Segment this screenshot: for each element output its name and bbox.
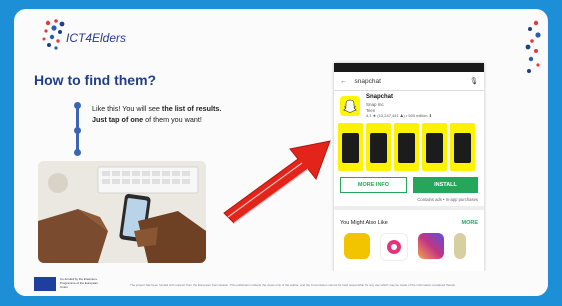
slide-frame: ICT4Elders How to find them? Like this! … [0, 0, 562, 306]
arrow-left-icon[interactable]: ← [340, 78, 347, 85]
you-might-also-like-label: You Might Also Like [340, 220, 388, 226]
app-name: Snapchat [366, 94, 394, 100]
contains-ads-text: Contains ads • In-app purchases [417, 197, 478, 202]
app-screenshots[interactable] [338, 123, 480, 171]
bullet-2-bold: Just tap of one [92, 114, 144, 124]
timeline-dot [74, 127, 81, 134]
suggested-app-icon[interactable] [418, 233, 444, 259]
microphone-icon[interactable]: 🎙 [470, 77, 478, 85]
search-query[interactable]: snapchat [355, 78, 470, 85]
timeline-dot [74, 149, 81, 156]
logo-text: ICT4Elders [66, 31, 127, 45]
screenshot-thumb[interactable] [338, 123, 363, 171]
corner-decoration [525, 20, 541, 73]
instruction-text: Like this! You will see the list of resu… [92, 104, 222, 125]
red-arrow-icon [223, 140, 331, 224]
slide-heading: How to find them? [34, 72, 157, 88]
status-bar [334, 63, 484, 72]
app-developer: Snap Inc [366, 102, 384, 107]
screenshot-thumb[interactable] [366, 123, 391, 171]
app-result-snapchat[interactable]: Snapchat Snap Inc Teen 4.1 ★ (13,247,441… [340, 94, 478, 118]
more-link[interactable]: MORE [462, 220, 479, 226]
bullet-2-text: of them you want! [143, 114, 202, 124]
more-info-button[interactable]: MORE INFO [340, 177, 407, 193]
section-divider [334, 206, 484, 210]
slide: ICT4Elders How to find them? Like this! … [14, 9, 548, 296]
suggestions-header: You Might Also Like MORE [340, 220, 478, 226]
app-actions: MORE INFO INSTALL [340, 177, 478, 193]
play-store-screenshot: ← snapchat 🎙 Snapchat Snap Inc Teen 4.1 … [334, 63, 484, 283]
screenshot-thumb[interactable] [394, 123, 419, 171]
snapchat-ghost-icon[interactable] [340, 96, 360, 116]
slide-footer: Co-funded by the Erasmus+ Programme of t… [14, 271, 548, 296]
screenshot-thumb[interactable] [450, 123, 475, 171]
suggested-app-icon[interactable] [454, 233, 466, 259]
app-rating: 4.1 ★ (13,247,441 ♟) • 500 million ⬇ [366, 113, 432, 118]
bullet-1-bold: the list of results. [161, 104, 222, 113]
suggested-app-icon[interactable] [380, 233, 408, 261]
bullet-1-text: Like this! You will see [92, 104, 162, 113]
hands-phone-photo [38, 161, 206, 263]
screenshot-thumb[interactable] [422, 123, 447, 171]
search-bar[interactable]: ← snapchat 🎙 [334, 72, 484, 91]
install-button[interactable]: INSTALL [413, 177, 478, 193]
disclaimer-text: The project has been funded with support… [130, 283, 456, 287]
timeline-dot [74, 102, 81, 109]
suggested-app-icon[interactable] [344, 233, 370, 259]
eu-flag-icon [34, 277, 56, 291]
eu-cofunded-text: Co-funded by the Erasmus+ Programme of t… [60, 277, 98, 289]
